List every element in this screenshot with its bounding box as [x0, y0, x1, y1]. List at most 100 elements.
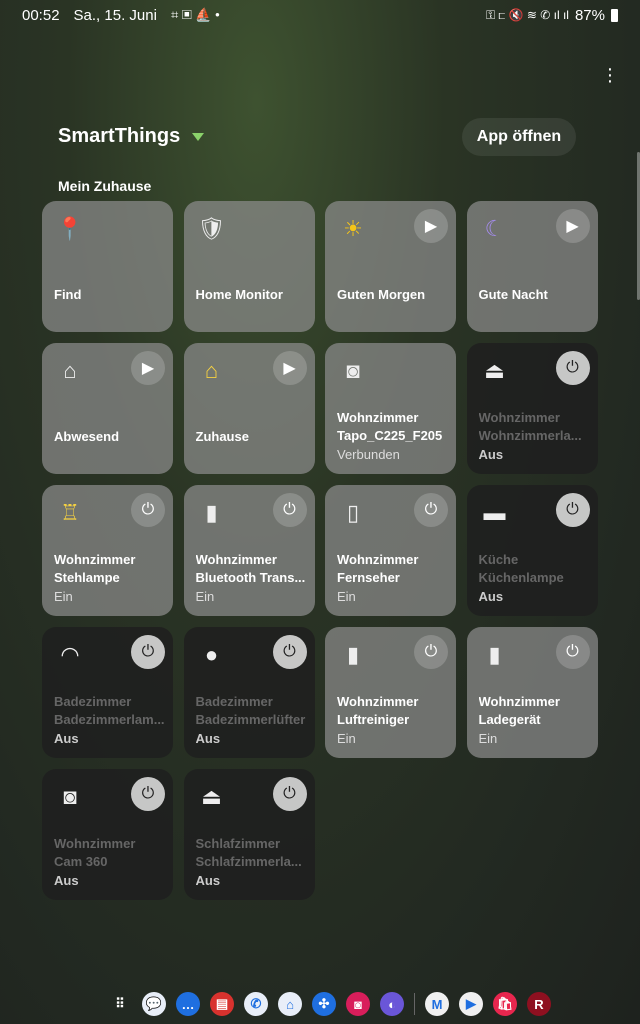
tile-status: Ein [195, 588, 215, 604]
shield-icon: 🛡 [197, 216, 226, 241]
tile-status: Ein [478, 730, 498, 746]
tile-label: Schlafzimmerla... [195, 854, 302, 869]
tile-label: Abwesend [54, 428, 120, 444]
camera-icon: ◙ [346, 358, 360, 383]
smarthome-icon[interactable]: ⌂ [278, 992, 302, 1016]
open-app-button[interactable]: App öffnen [462, 118, 576, 156]
device-tile[interactable]: ♖ ⏻ Wohnzimmer Stehlampe Ein [42, 485, 173, 616]
power-button[interactable]: ⏻ [272, 635, 307, 669]
notification-icons: ⌗ ▣ ⛵ • [170, 7, 220, 22]
power-button[interactable]: ⏻ [131, 777, 165, 811]
dropdown-icon [192, 132, 205, 141]
house-icon: ⌂ [63, 358, 77, 383]
more-options-icon[interactable]: · · · [606, 59, 614, 91]
device-tile[interactable]: ◙ Wohnzimmer Tapo_C225_F205 Verbunden [325, 343, 456, 474]
location-pin-icon: 📍 [56, 216, 84, 241]
device-tile[interactable]: ● ⏻ Badezimmer Badezimmerlüfter Aus [183, 627, 315, 758]
tile-label: Badezimmer [195, 693, 273, 709]
tile-label: Wohnzimmer [54, 551, 136, 567]
apps-grid-icon[interactable]: ⠿ [108, 992, 132, 1016]
tile-label: Gute Nacht [478, 286, 548, 302]
camera-icon[interactable]: ◙ [346, 992, 370, 1016]
taskbar: ⠿ 💬 … ▤ ✆ ⌂ ✣ ◙ ◐ M ▶ 🛍 R [108, 992, 551, 1016]
ceiling-lamp-icon: ⏏ [484, 358, 505, 383]
r-app-icon[interactable]: R [527, 992, 551, 1016]
tile-label: Küche [478, 551, 519, 567]
device-tile[interactable]: ▮ ⏻ Wohnzimmer Ladegerät Ein [466, 627, 598, 758]
galaxy-store-icon[interactable]: 🛍 [493, 992, 517, 1016]
power-button[interactable]: ⏻ [555, 493, 590, 527]
sun-icon: ☀ [343, 216, 363, 241]
battery-icon [611, 8, 618, 22]
tile-label: Wohnzimmer [54, 835, 136, 851]
plug-icon: ▮ [346, 642, 360, 667]
plug-icon: ▮ [205, 500, 218, 525]
tile-label: Badezimmer [54, 693, 132, 709]
device-tile[interactable]: ▯ ⏻ Wohnzimmer Fernseher Ein [325, 485, 456, 616]
power-button[interactable]: ⏻ [131, 493, 165, 527]
device-tile[interactable]: ⏏ ⏻ Schlafzimmer Schlafzimmerla... Aus [183, 769, 315, 900]
tile-label: Fernseher [337, 570, 400, 585]
system-icons: ⚿ ⊏ 🔇 ≋ ✆ ıl ıl [486, 7, 569, 22]
power-button[interactable]: ⏻ [414, 635, 448, 669]
ceiling-lamp-icon: ⏏ [201, 784, 222, 809]
messages-icon[interactable]: 💬 [142, 992, 166, 1016]
tile-label: Find [54, 286, 82, 302]
status-bar: 00:52 Sa., 15. Juni ⌗ ▣ ⛵ • ⚿ ⊏ 🔇 ≋ ✆ ıl ı… [0, 0, 640, 30]
notes-icon[interactable]: ▤ [210, 992, 234, 1016]
device-tile[interactable]: ☾ ▶ Gute Nacht [466, 201, 598, 332]
device-tile[interactable]: ☀ ▶ Guten Morgen [325, 201, 456, 332]
device-tile[interactable]: ⏏ ⏻ Wohnzimmer Wohnzimmerla... Aus [466, 343, 598, 474]
tile-label: Zuhause [195, 428, 249, 444]
tile-status: Verbunden [337, 446, 400, 462]
tile-status: Ein [54, 588, 73, 604]
tile-label: Ladegerät [478, 712, 541, 727]
tile-label: Wohnzimmer [478, 693, 560, 709]
play-button[interactable]: ▶ [272, 351, 307, 385]
tile-label: Badezimmerlüfter [195, 712, 306, 727]
section-title: Mein Zuhause [58, 178, 152, 194]
device-tile[interactable]: ◙ ⏻ Wohnzimmer Cam 360 Aus [42, 769, 173, 900]
tile-label: Wohnzimmer [195, 551, 277, 567]
app-selector[interactable]: SmartThings [58, 125, 205, 148]
device-tile[interactable]: ⌂ ▶ Abwesend [42, 343, 173, 474]
power-button[interactable]: ⏻ [414, 493, 448, 527]
smartthings-icon[interactable]: ✣ [312, 992, 336, 1016]
device-tile[interactable]: ⌂ ▶ Zuhause [183, 343, 315, 474]
tile-label: Home Monitor [195, 286, 283, 302]
floor-lamp-icon: ♖ [60, 500, 80, 525]
play-button[interactable]: ▶ [555, 209, 590, 243]
device-tile[interactable]: 📍 Find [42, 201, 173, 332]
play-button[interactable]: ▶ [131, 351, 165, 385]
device-tile[interactable]: 🛡 Home Monitor [183, 201, 315, 332]
battery-level: 87% [574, 6, 605, 24]
power-button[interactable]: ⏻ [131, 635, 165, 669]
samsung-messages-icon[interactable]: … [176, 992, 200, 1016]
power-button[interactable]: ⏻ [555, 351, 590, 385]
device-tile[interactable]: ▮ ⏻ Wohnzimmer Luftreiniger Ein [325, 627, 456, 758]
phone-icon[interactable]: ✆ [244, 992, 268, 1016]
tile-label: Luftreiniger [337, 712, 410, 727]
power-button[interactable]: ⏻ [272, 493, 307, 527]
tile-label: Wohnzimmer [337, 693, 419, 709]
tile-label: Wohnzimmerla... [478, 428, 582, 443]
power-button[interactable]: ⏻ [272, 777, 307, 811]
tile-status: Aus [195, 872, 221, 888]
gmail-icon[interactable]: M [425, 992, 449, 1016]
tile-label: Guten Morgen [337, 286, 426, 302]
tile-status: Ein [337, 730, 356, 746]
tile-label: Schlafzimmer [195, 835, 281, 851]
play-button[interactable]: ▶ [414, 209, 448, 243]
device-tile[interactable]: ▬ ⏻ Küche Küchenlampe Aus [466, 485, 598, 616]
device-tile[interactable]: ▮ ⏻ Wohnzimmer Bluetooth Trans... Ein [183, 485, 315, 616]
device-tile[interactable]: ◠ ⏻ Badezimmer Badezimmerlam... Aus [42, 627, 173, 758]
date: Sa., 15. Juni [73, 6, 157, 24]
internet-icon[interactable]: ◐ [380, 992, 404, 1016]
play-store-icon[interactable]: ▶ [459, 992, 483, 1016]
panel-light-icon: ▬ [483, 500, 506, 525]
power-button[interactable]: ⏻ [555, 635, 590, 669]
dock-divider [414, 993, 415, 1015]
tile-status: Aus [54, 730, 79, 746]
tile-label: Wohnzimmer [478, 409, 560, 425]
tile-label: Tapo_C225_F205 [337, 428, 443, 443]
